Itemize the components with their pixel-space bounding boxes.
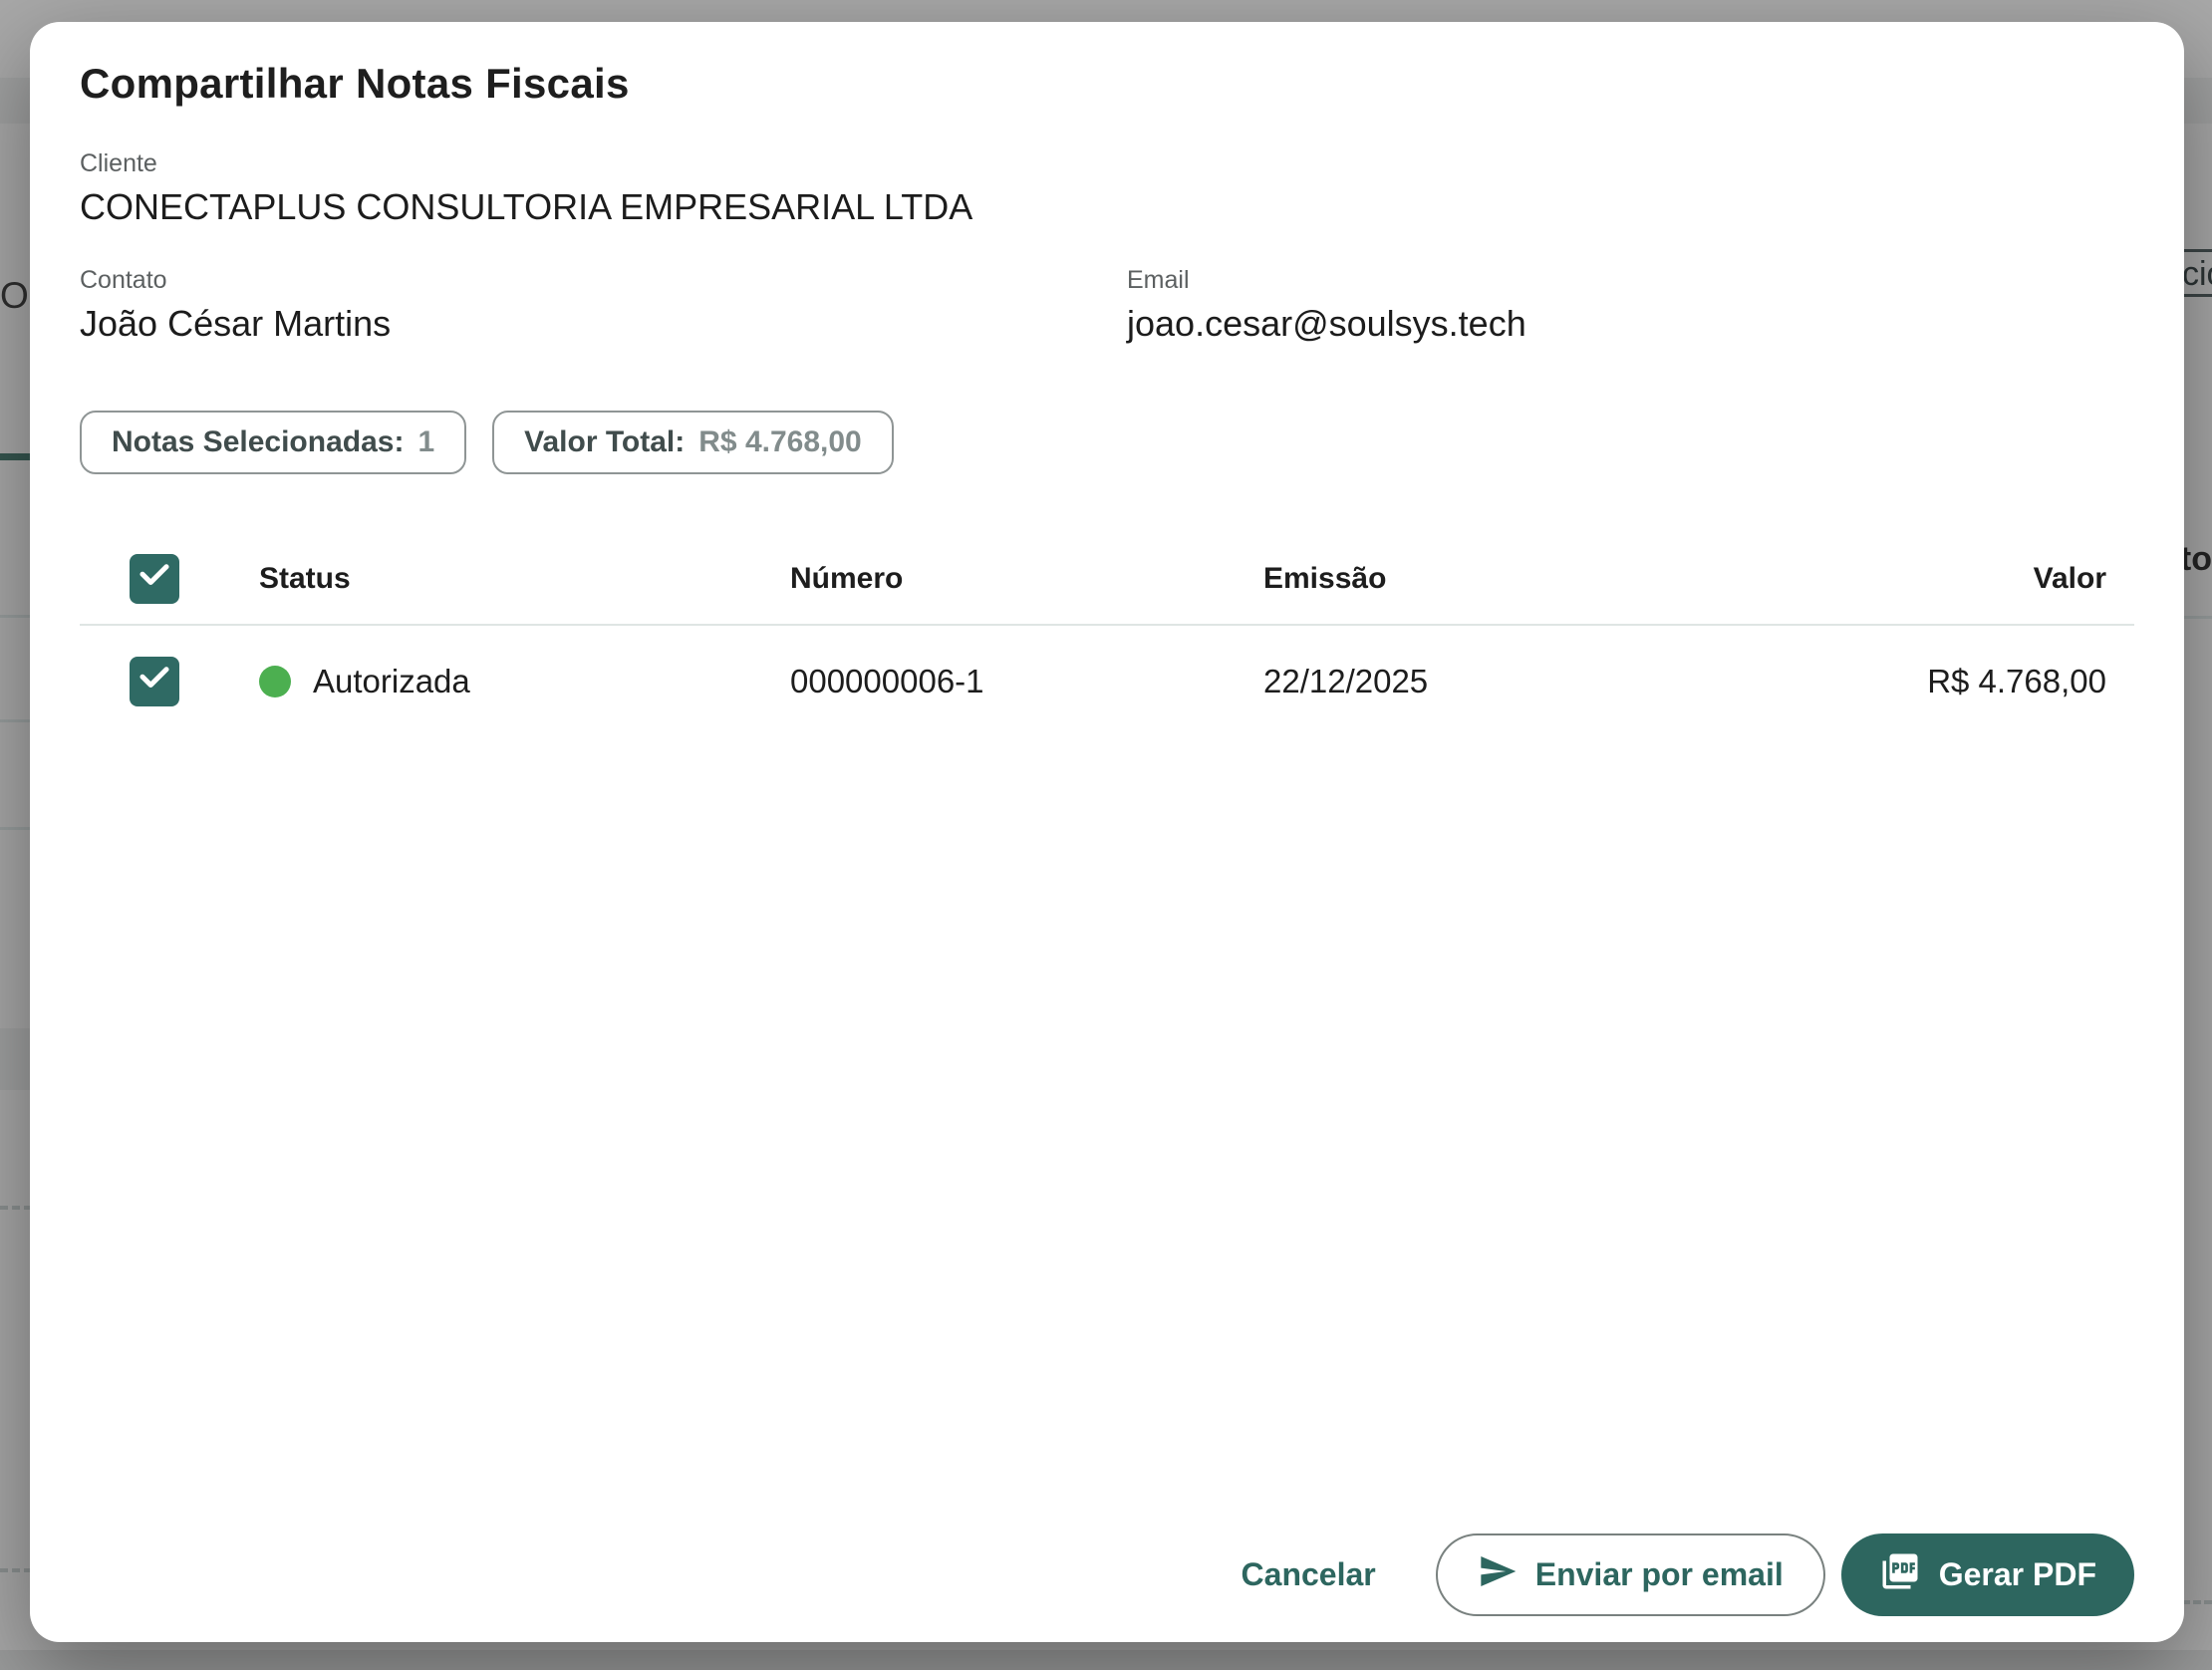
dialog-actions: Cancelar Enviar por email Gerar PDF — [1228, 1533, 2134, 1616]
selected-notes-badge: Notas Selecionadas: 1 — [80, 411, 466, 474]
total-value-label: Valor Total: — [524, 425, 685, 459]
row-valor: R$ 4.768,00 — [1782, 663, 2134, 700]
backdrop-row-divider — [2184, 616, 2212, 619]
cliente-value: CONECTAPLUS CONSULTORIA EMPRESARIAL LTDA — [80, 186, 2134, 228]
send-email-button[interactable]: Enviar por email — [1436, 1533, 1825, 1616]
column-header-emissao: Emissão — [1263, 562, 1782, 596]
backdrop-row-divider — [0, 719, 30, 722]
row-emissao: 22/12/2025 — [1263, 663, 1782, 700]
cliente-field: Cliente CONECTAPLUS CONSULTORIA EMPRESAR… — [80, 149, 2134, 228]
backdrop-row-band — [0, 1028, 30, 1090]
selected-notes-count: 1 — [417, 425, 434, 459]
cliente-label: Cliente — [80, 149, 2134, 178]
backdrop-partial-button-right: cio — [2182, 249, 2212, 297]
backdrop-dashed-divider — [2182, 1600, 2212, 1604]
column-header-numero: Número — [790, 562, 1263, 596]
share-invoices-dialog: Compartilhar Notas Fiscais Cliente CONEC… — [30, 22, 2184, 1642]
send-icon — [1478, 1551, 1518, 1599]
cancel-button[interactable]: Cancelar — [1228, 1546, 1390, 1603]
check-icon — [137, 557, 172, 601]
contato-field: Contato João César Martins — [80, 266, 1127, 345]
invoice-row[interactable]: Autorizada 000000006-1 22/12/2025 R$ 4.7… — [80, 626, 2134, 737]
email-value: joao.cesar@soulsys.tech — [1127, 303, 2134, 345]
row-checkbox[interactable] — [130, 657, 179, 706]
total-value-amount: R$ 4.768,00 — [698, 425, 861, 459]
backdrop-dashed-divider — [0, 1568, 32, 1572]
backdrop-dashed-divider — [0, 1206, 32, 1210]
email-label: Email — [1127, 266, 2134, 295]
status-dot-icon — [259, 666, 291, 697]
row-status: Autorizada — [313, 663, 470, 700]
selected-notes-label: Notas Selecionadas: — [112, 425, 404, 459]
generate-pdf-label: Gerar PDF — [1939, 1556, 2096, 1593]
table-header-row: Status Número Emissão Valor — [80, 534, 2134, 626]
check-icon — [137, 660, 172, 703]
contato-label: Contato — [80, 266, 1127, 295]
backdrop-partial-text-right: to — [2180, 540, 2212, 579]
invoices-table: Status Número Emissão Valor Autorizada 0… — [80, 534, 2134, 737]
column-header-status: Status — [259, 562, 790, 596]
select-all-checkbox[interactable] — [130, 554, 179, 604]
send-email-label: Enviar por email — [1535, 1556, 1784, 1593]
email-field: Email joao.cesar@soulsys.tech — [1127, 266, 2134, 345]
column-header-valor: Valor — [1782, 562, 2134, 596]
backdrop-row-divider — [0, 827, 30, 830]
total-value-badge: Valor Total: R$ 4.768,00 — [492, 411, 894, 474]
pdf-icon — [1879, 1550, 1921, 1600]
row-numero: 000000006-1 — [790, 663, 1263, 700]
dialog-title: Compartilhar Notas Fiscais — [80, 60, 2134, 108]
backdrop-bottom-band — [0, 1650, 2212, 1670]
contato-value: João César Martins — [80, 303, 1127, 345]
backdrop-row-divider — [0, 615, 30, 618]
generate-pdf-button[interactable]: Gerar PDF — [1841, 1533, 2134, 1616]
